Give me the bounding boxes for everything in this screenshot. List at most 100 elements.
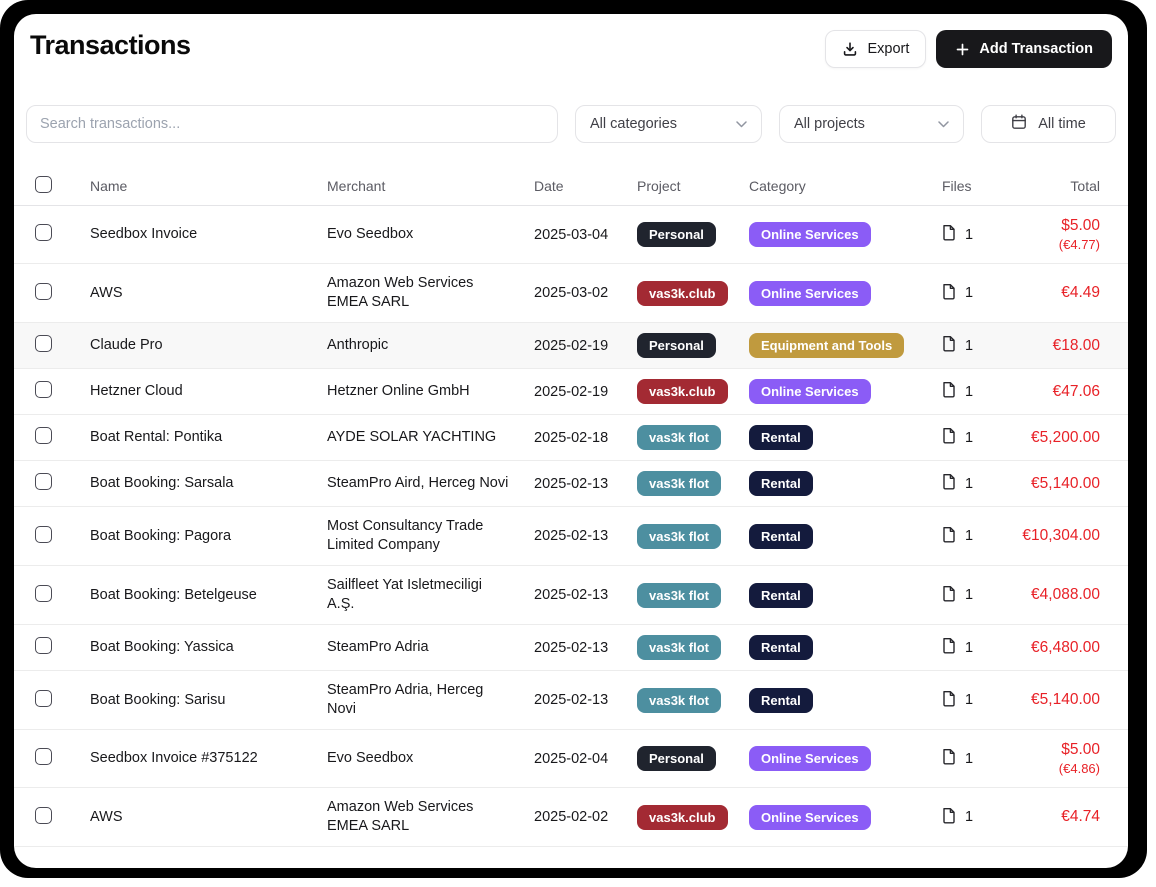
transaction-merchant: Anthropic [327,336,534,355]
row-checkbox[interactable] [35,585,52,602]
category-badge[interactable]: Online Services [749,805,871,830]
category-badge[interactable]: Rental [749,425,813,450]
projects-filter[interactable]: All projects [779,105,964,143]
row-checkbox[interactable] [35,381,52,398]
category-badge[interactable]: Rental [749,635,813,660]
project-badge[interactable]: vas3k flot [637,688,721,713]
transaction-name: Boat Rental: Pontika [90,428,327,447]
transaction-date: 2025-02-13 [534,640,637,656]
file-icon [942,381,956,402]
add-transaction-label: Add Transaction [979,41,1093,57]
transaction-total: €47.06 [1002,382,1100,402]
project-badge[interactable]: Personal [637,333,716,358]
category-badge[interactable]: Equipment and Tools [749,333,904,358]
category-badge[interactable]: Rental [749,688,813,713]
transaction-total: €6,480.00 [1002,638,1100,658]
row-checkbox[interactable] [35,473,52,490]
row-checkbox[interactable] [35,224,52,241]
date-range-filter[interactable]: All time [981,105,1116,143]
category-badge[interactable]: Online Services [749,281,871,306]
table-row[interactable]: Boat Booking: Yassica SteamPro Adria 202… [14,625,1128,671]
row-checkbox[interactable] [35,807,52,824]
table-row[interactable]: Boat Booking: Betelgeuse Sailfleet Yat I… [14,566,1128,625]
search-input[interactable] [40,116,544,132]
files-cell: 1 [942,283,1002,304]
table-row[interactable]: Claude Pro Anthropic 2025-02-19 Personal… [14,323,1128,369]
transaction-merchant: SteamPro Adria, Herceg Novi [327,681,534,719]
transaction-date: 2025-02-02 [534,809,637,825]
column-header-date: Date [534,178,637,194]
file-icon [942,283,956,304]
file-icon [942,585,956,606]
table-row[interactable]: Hetzner Cloud Hetzner Online GmbH 2025-0… [14,369,1128,415]
row-checkbox[interactable] [35,427,52,444]
row-checkbox[interactable] [35,526,52,543]
transaction-merchant: Sailfleet Yat Isletmeciligi A.Ş. [327,576,534,614]
chevron-down-icon [938,116,949,132]
select-all-checkbox[interactable] [35,176,52,193]
row-checkbox[interactable] [35,335,52,352]
files-cell: 1 [942,585,1002,606]
files-count: 1 [965,809,973,825]
category-badge[interactable]: Online Services [749,222,871,247]
filters-bar: All categories All projects All time [14,105,1128,143]
transaction-name: Boat Booking: Pagora [90,527,327,546]
project-badge[interactable]: Personal [637,222,716,247]
project-badge[interactable]: Personal [637,746,716,771]
date-range-value: All time [1038,116,1086,132]
files-count: 1 [965,285,973,301]
transaction-total: $5.00 (€4.86) [1002,740,1100,777]
files-count: 1 [965,476,973,492]
project-badge[interactable]: vas3k flot [637,471,721,496]
transaction-total: $5.00 (€4.77) [1002,216,1100,253]
files-cell: 1 [942,473,1002,494]
total-amount: €4.49 [1002,283,1100,303]
project-badge[interactable]: vas3k flot [637,524,721,549]
category-badge[interactable]: Online Services [749,746,871,771]
category-badge[interactable]: Rental [749,583,813,608]
add-transaction-button[interactable]: Add Transaction [936,30,1112,68]
files-cell: 1 [942,748,1002,769]
row-checkbox[interactable] [35,283,52,300]
transaction-name: AWS [90,808,327,827]
row-checkbox[interactable] [35,748,52,765]
transaction-name: Hetzner Cloud [90,382,327,401]
files-cell: 1 [942,427,1002,448]
table-row[interactable]: AWS Amazon Web Services EMEA SARL 2025-0… [14,788,1128,847]
total-amount: $5.00 [1002,216,1100,236]
project-badge[interactable]: vas3k flot [637,635,721,660]
table-row[interactable]: Boat Booking: Sarisu SteamPro Adria, Her… [14,671,1128,730]
file-icon [942,224,956,245]
table-header: Name Merchant Date Project Category File… [14,166,1128,206]
project-badge[interactable]: vas3k.club [637,805,728,830]
project-badge[interactable]: vas3k.club [637,379,728,404]
category-badge[interactable]: Rental [749,524,813,549]
category-badge[interactable]: Online Services [749,379,871,404]
chevron-down-icon [736,116,747,132]
table-row[interactable]: Seedbox Invoice #375122 Evo Seedbox 2025… [14,730,1128,788]
table-row[interactable]: AWS Amazon Web Services EMEA SARL 2025-0… [14,264,1128,323]
table-row[interactable]: Boat Rental: Pontika AYDE SOLAR YACHTING… [14,415,1128,461]
row-checkbox[interactable] [35,690,52,707]
column-header-name: Name [90,178,327,194]
files-cell: 1 [942,335,1002,356]
export-button[interactable]: Export [825,30,926,68]
transaction-total: €5,140.00 [1002,690,1100,710]
category-badge[interactable]: Rental [749,471,813,496]
project-badge[interactable]: vas3k flot [637,583,721,608]
table-row[interactable]: Boat Booking: Pagora Most Consultancy Tr… [14,507,1128,566]
column-header-project: Project [637,178,749,194]
header-actions: Export Add Transaction [825,30,1112,68]
project-badge[interactable]: vas3k.club [637,281,728,306]
transaction-merchant: Evo Seedbox [327,225,534,244]
table-row[interactable]: Seedbox Invoice Evo Seedbox 2025-03-04 P… [14,206,1128,264]
project-badge[interactable]: vas3k flot [637,425,721,450]
page-header: Transactions Export [14,14,1128,68]
row-checkbox[interactable] [35,637,52,654]
categories-filter[interactable]: All categories [575,105,762,143]
transaction-total: €5,200.00 [1002,428,1100,448]
transaction-date: 2025-02-18 [534,430,637,446]
transactions-page: Transactions Export [14,14,1128,868]
table-row[interactable]: Boat Booking: Sarsala SteamPro Aird, Her… [14,461,1128,507]
transaction-merchant: Most Consultancy Trade Limited Company [327,517,534,555]
